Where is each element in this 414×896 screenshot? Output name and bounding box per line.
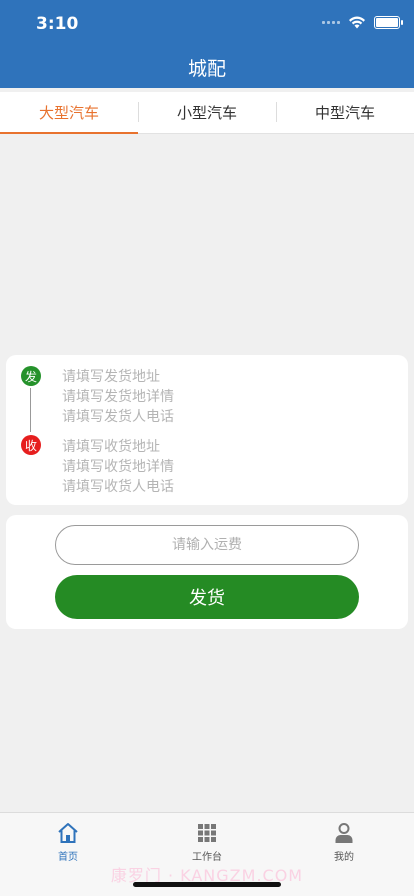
status-time: 3:10: [36, 14, 79, 34]
battery-icon: [374, 16, 403, 29]
fee-card: 发货: [6, 515, 408, 629]
tab-medium-vehicle[interactable]: 中型汽车: [276, 92, 414, 133]
receiver-detail-field[interactable]: 请填写收货地详情: [62, 456, 174, 476]
freight-fee-input[interactable]: [55, 525, 359, 565]
signal-icon: [322, 21, 340, 24]
sender-address-field[interactable]: 请填写发货地址: [62, 366, 160, 386]
home-icon: [58, 823, 78, 843]
user-icon: [335, 823, 353, 843]
tabbar-label-workbench: 工作台: [192, 852, 222, 863]
receiver-address-field[interactable]: 请填写收货地址: [62, 436, 160, 456]
sender-phone-field[interactable]: 请填写发货人电话: [62, 406, 174, 426]
tabbar-item-home[interactable]: 首页: [28, 821, 108, 863]
grid-icon: [198, 824, 216, 842]
address-card: 发 收 请填写发货地址 请填写发货地详情 请填写发货人电话 请填写收货地址 请填…: [6, 355, 408, 505]
app-header: 3:10 城配: [0, 0, 414, 88]
tab-small-vehicle[interactable]: 小型汽车: [138, 92, 276, 133]
tabbar-item-workbench[interactable]: 工作台: [167, 821, 247, 863]
home-indicator: [133, 882, 281, 887]
tabbar-label-home: 首页: [58, 852, 78, 863]
ship-button[interactable]: 发货: [55, 575, 359, 619]
tabbar-item-mine[interactable]: 我的: [304, 821, 384, 863]
tabbar-label-mine: 我的: [334, 852, 354, 863]
route-connector: [30, 388, 31, 432]
app-page: 3:10 城配 大型汽车 小型汽车 中型汽车 发 收 请填写发货地址 请填写发货…: [0, 0, 414, 896]
receive-marker-icon: 收: [21, 435, 41, 455]
sender-detail-field[interactable]: 请填写发货地详情: [62, 386, 174, 406]
send-marker-icon: 发: [21, 366, 41, 386]
page-title: 城配: [187, 58, 226, 80]
vehicle-type-tabs: 大型汽车 小型汽车 中型汽车: [0, 92, 414, 134]
status-icons: [322, 16, 403, 29]
wifi-icon: [349, 16, 365, 29]
tab-large-vehicle[interactable]: 大型汽车: [0, 92, 138, 134]
receiver-phone-field[interactable]: 请填写收货人电话: [62, 476, 174, 496]
